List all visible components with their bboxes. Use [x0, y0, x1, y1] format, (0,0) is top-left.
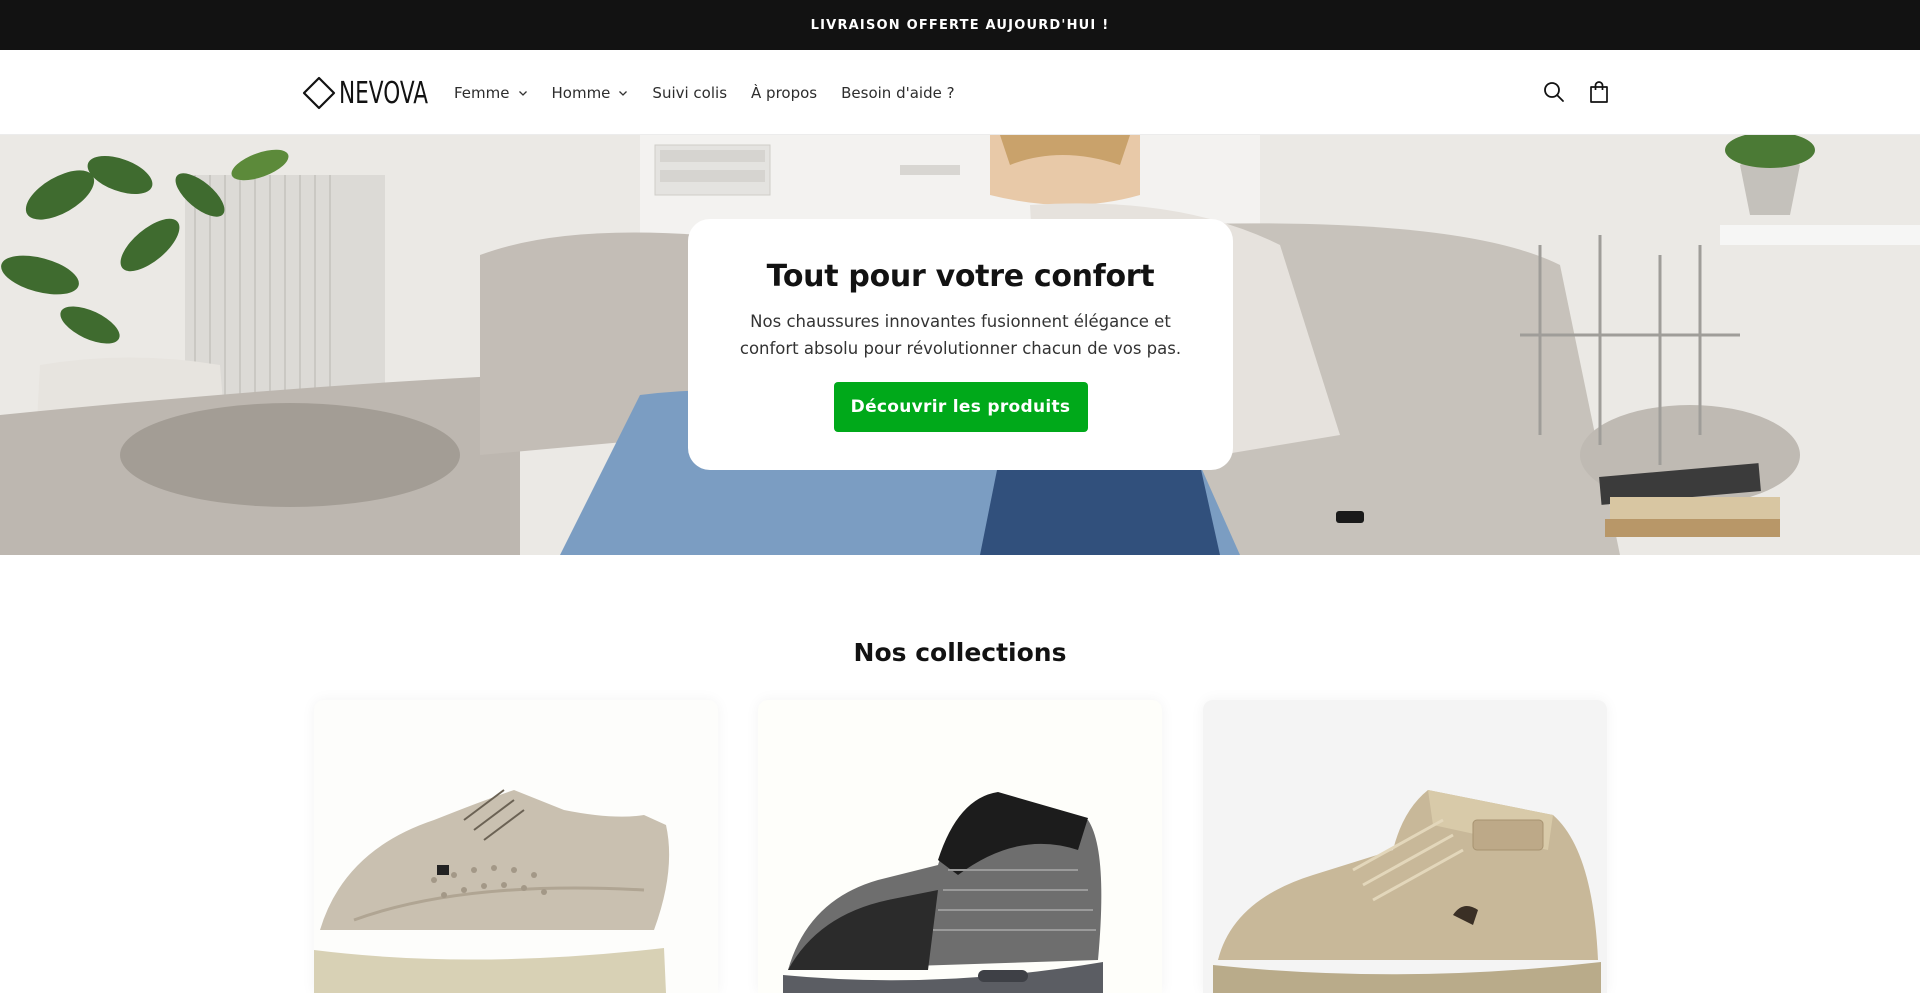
collections-title: Nos collections	[853, 638, 1067, 667]
black-knit-sneaker-image	[783, 792, 1103, 993]
main-nav: Femme Homme Suivi colis À propos Besoin …	[454, 50, 979, 135]
nav-item-femme[interactable]: Femme	[454, 84, 528, 102]
chevron-down-icon	[619, 90, 628, 96]
hero-text: Nos chaussures innovantes fusionnent élé…	[739, 312, 1182, 358]
beige-mesh-shoe-image	[314, 789, 670, 993]
collection-card[interactable]	[758, 700, 1162, 993]
discover-products-button[interactable]: Découvrir les produits	[833, 382, 1088, 432]
nav-item-label: À propos	[751, 83, 818, 102]
hero-banner: Tout pour votre confort Nos chaussures i…	[0, 135, 1920, 555]
cart-icon[interactable]	[1586, 79, 1612, 105]
nav-item-label: Homme	[551, 83, 611, 102]
diamond-logo-icon	[302, 76, 336, 110]
collection-card[interactable]	[314, 700, 718, 993]
hero-card: Tout pour votre confort Nos chaussures i…	[688, 219, 1233, 470]
brand-name: NEVOVA	[339, 75, 428, 111]
nav-item-a-propos[interactable]: À propos	[751, 84, 817, 102]
nav-item-label: Suivi colis	[652, 83, 728, 102]
nav-item-suivi-colis[interactable]: Suivi colis	[652, 84, 727, 102]
beige-suede-high-top-image	[1213, 790, 1601, 993]
announcement-text: LIVRAISON OFFERTE AUJOURD'HUI !	[810, 17, 1110, 33]
announcement-bar: LIVRAISON OFFERTE AUJOURD'HUI !	[0, 0, 1920, 50]
nav-item-label: Besoin d'aide ?	[841, 83, 955, 102]
search-icon[interactable]	[1541, 79, 1567, 105]
collection-card[interactable]	[1203, 700, 1607, 993]
logo[interactable]: NEVOVA	[302, 74, 463, 112]
chevron-down-icon	[518, 90, 527, 96]
site-header: NEVOVA Femme Homme Suivi colis À propos …	[0, 50, 1920, 135]
hero-title: Tout pour votre confort	[766, 259, 1155, 294]
nav-item-label: Femme	[454, 83, 510, 102]
nav-item-besoin-aide[interactable]: Besoin d'aide ?	[841, 84, 954, 102]
nav-item-homme[interactable]: Homme	[552, 84, 629, 102]
